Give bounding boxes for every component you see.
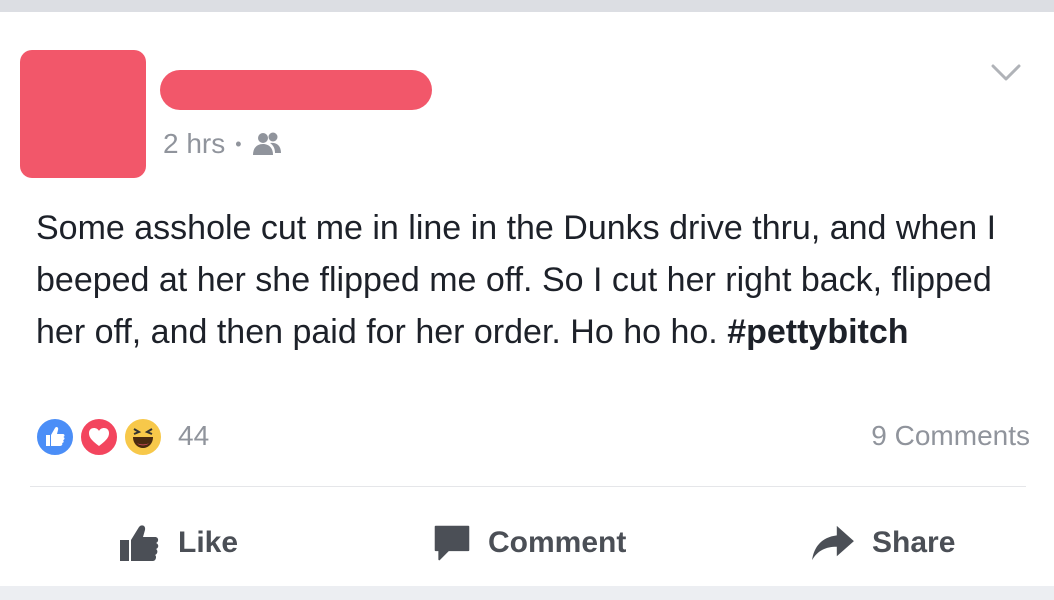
post-card: 2 hrs • Some asshole cut me in line in t… xyxy=(0,12,1054,586)
share-arrow-icon xyxy=(810,524,856,562)
author-name-redacted[interactable] xyxy=(160,70,432,110)
reaction-count[interactable]: 44 xyxy=(178,420,209,452)
hashtag-link[interactable]: #pettybitch xyxy=(727,313,908,351)
reactions-summary[interactable]: 44 9 Comments xyxy=(30,412,1030,462)
avatar-redacted[interactable] xyxy=(20,50,146,178)
post-meta: 2 hrs • xyxy=(163,124,282,164)
chevron-down-icon[interactable] xyxy=(990,62,1022,84)
post-body: Some asshole cut me in line in the Dunks… xyxy=(36,202,1036,358)
comment-bubble-icon xyxy=(432,523,472,563)
like-label: Like xyxy=(178,526,239,559)
share-button[interactable]: Share xyxy=(810,516,955,570)
friends-icon[interactable] xyxy=(252,131,282,157)
like-reaction-icon xyxy=(34,416,76,458)
action-bar: Like Comment Share xyxy=(0,508,1054,578)
share-label: Share xyxy=(872,526,956,559)
comment-button[interactable]: Comment xyxy=(432,516,626,570)
divider xyxy=(30,486,1026,487)
comments-count[interactable]: 9 Comments xyxy=(871,420,1030,452)
feed-separator xyxy=(0,586,1054,600)
thumbs-up-icon xyxy=(118,523,162,563)
like-button[interactable]: Like xyxy=(118,516,238,570)
meta-separator: • xyxy=(235,133,242,154)
haha-reaction-icon xyxy=(122,416,164,458)
post-timestamp[interactable]: 2 hrs xyxy=(163,128,225,160)
comment-label: Comment xyxy=(488,526,627,559)
love-reaction-icon xyxy=(78,416,120,458)
